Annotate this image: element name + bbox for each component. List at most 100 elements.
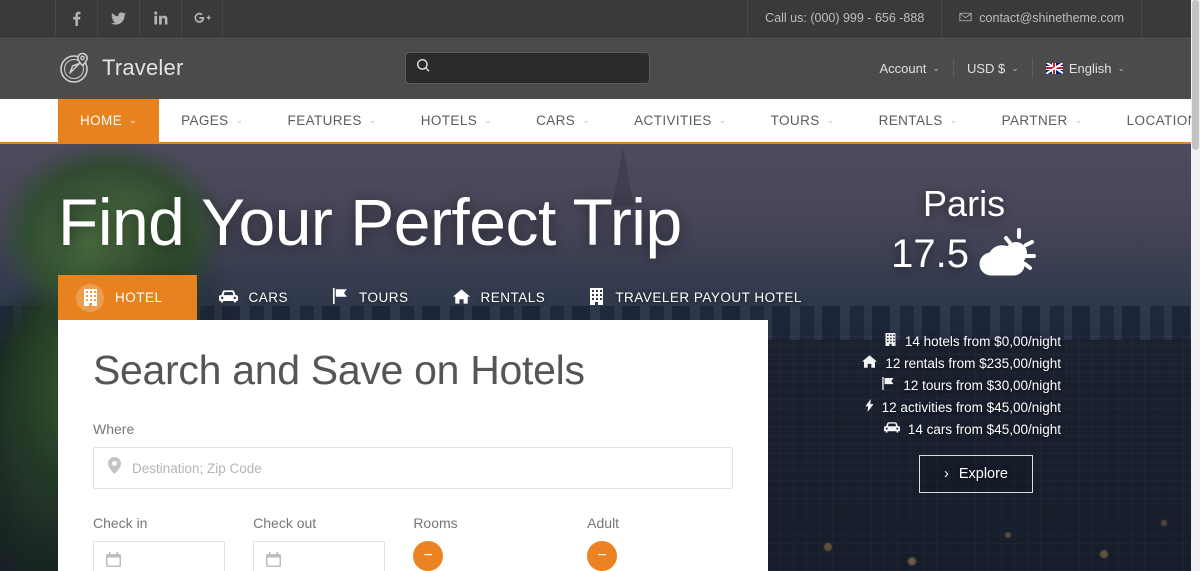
search-tab-tours[interactable]: TOURS xyxy=(310,275,431,320)
search-tab-label: HOTEL xyxy=(115,290,163,305)
twitter-icon[interactable] xyxy=(97,0,139,36)
page-root: Call us: (000) 999 - 656 -888 contact@sh… xyxy=(0,0,1200,571)
search-tab-label: TOURS xyxy=(359,290,409,305)
destination-input[interactable] xyxy=(132,460,718,476)
rooms-decrement-button[interactable]: − xyxy=(413,541,444,571)
search-tab-label: RENTALS xyxy=(480,290,546,305)
compass-logo-icon xyxy=(58,51,92,85)
nav-item-label: FEATURES xyxy=(287,113,362,128)
hero-section: Find Your Perfect Trip Paris 17.5 HOTEL … xyxy=(0,144,1200,571)
account-menu[interactable]: Account ⌄ xyxy=(866,58,953,78)
search-tab-label: CARS xyxy=(248,290,289,305)
search-type-tabs: HOTEL CARS TOURS RENTALS TRAVELER PAYOUT HOT… xyxy=(58,275,824,320)
stat-text: 12 tours from $30,00/night xyxy=(903,378,1061,393)
linkedin-icon[interactable] xyxy=(139,0,181,36)
calendar-icon xyxy=(106,552,121,571)
page-scrollbar[interactable] xyxy=(1191,0,1200,571)
checkout-label: Check out xyxy=(253,515,317,531)
nav-item-label: PAGES xyxy=(181,113,229,128)
email-address[interactable]: contact@shinetheme.com xyxy=(941,0,1142,36)
uk-flag-icon xyxy=(1045,62,1063,74)
checkout-field[interactable] xyxy=(253,541,386,571)
header-search[interactable] xyxy=(405,52,651,84)
nav-item-label: ACTIVITIES xyxy=(634,113,712,128)
chevron-down-icon: ⌄ xyxy=(484,115,493,125)
chevron-right-icon: › xyxy=(943,466,949,482)
nav-item-tours[interactable]: TOURS ⌄ xyxy=(749,99,857,142)
search-icon xyxy=(417,59,430,77)
stat-text: 12 activities from $45,00/night xyxy=(881,400,1061,415)
nav-item-pages[interactable]: PAGES ⌄ xyxy=(159,99,265,142)
search-tab-rentals[interactable]: RENTALS xyxy=(431,275,568,320)
search-options-row: Check in Check out Rooms − Adult − xyxy=(93,515,733,571)
stat-text: 14 hotels from $0,00/night xyxy=(904,334,1061,349)
phone-text: Call us: (000) 999 - 656 -888 xyxy=(765,11,925,25)
chevron-down-icon: ⌄ xyxy=(582,115,591,125)
stat-row: 12 activities from $45,00/night xyxy=(862,397,1061,419)
nav-item-cars[interactable]: CARS ⌄ xyxy=(514,99,612,142)
top-bar: Call us: (000) 999 - 656 -888 contact@sh… xyxy=(0,0,1200,37)
hotel-icon xyxy=(76,283,104,312)
search-input[interactable] xyxy=(439,61,639,75)
car-icon xyxy=(883,419,900,441)
weather-widget: Paris 17.5 xyxy=(891,184,1037,283)
adult-decrement-button[interactable]: − xyxy=(587,541,618,571)
chevron-down-icon: ⌄ xyxy=(1011,62,1019,73)
search-tab-cars[interactable]: CARS xyxy=(197,275,311,320)
nav-item-features[interactable]: FEATURES ⌄ xyxy=(266,99,399,142)
rooms-stepper[interactable]: − xyxy=(413,541,559,571)
google-plus-icon[interactable] xyxy=(181,0,223,36)
where-label: Where xyxy=(93,421,135,437)
home-icon xyxy=(452,288,470,307)
nav-item-home[interactable]: HOME ⌄ xyxy=(58,99,160,142)
language-menu[interactable]: English ⌄ xyxy=(1031,58,1138,78)
bolt-icon xyxy=(865,397,874,419)
currency-menu[interactable]: USD $ ⌄ xyxy=(952,58,1032,78)
social-links xyxy=(55,0,223,36)
checkin-group: Check in xyxy=(93,515,226,571)
inventory-stats: 14 hotels from $0,00/night 12 rentals fro… xyxy=(862,331,1061,441)
search-tab-label: TRAVELER PAYOUT HOTEL xyxy=(615,290,802,305)
search-tab-hotel[interactable]: HOTEL xyxy=(58,275,197,320)
stat-row: 14 cars from $45,00/night xyxy=(862,419,1061,441)
destination-field[interactable] xyxy=(93,447,733,489)
chevron-down-icon: ⌄ xyxy=(129,115,138,125)
brand-name: Traveler xyxy=(102,55,184,80)
nav-item-hotels[interactable]: HOTELS ⌄ xyxy=(399,99,514,142)
chevron-down-icon: ⌄ xyxy=(1117,62,1125,73)
weather-temperature: 17.5 xyxy=(891,232,969,277)
stat-row: 12 rentals from $235,00/night xyxy=(862,353,1061,375)
nav-item-partner[interactable]: PARTNER ⌄ xyxy=(980,99,1105,142)
checkin-label: Check in xyxy=(93,515,148,531)
chevron-down-icon: ⌄ xyxy=(718,115,727,125)
chevron-down-icon: ⌄ xyxy=(368,115,377,125)
search-panel: Search and Save on Hotels Where Check in xyxy=(58,320,768,571)
rooms-label: Rooms xyxy=(413,515,458,531)
partly-cloudy-icon xyxy=(975,226,1037,283)
home-icon xyxy=(862,353,878,375)
weather-city: Paris xyxy=(923,183,1006,224)
stat-text: 14 cars from $45,00/night xyxy=(907,422,1061,437)
nav-item-rentals[interactable]: RENTALS ⌄ xyxy=(857,99,980,142)
account-label: Account xyxy=(879,60,927,76)
explore-button[interactable]: › Explore xyxy=(918,455,1033,493)
nav-item-activities[interactable]: ACTIVITIES ⌄ xyxy=(612,99,748,142)
phone-number[interactable]: Call us: (000) 999 - 656 -888 xyxy=(747,0,941,36)
chevron-down-icon: ⌄ xyxy=(1074,115,1083,125)
flag-icon xyxy=(332,288,348,307)
stat-row: 12 tours from $30,00/night xyxy=(862,375,1061,397)
rooms-group: Rooms − xyxy=(413,515,559,571)
checkout-group: Check out xyxy=(253,515,386,571)
map-pin-icon xyxy=(108,457,121,479)
checkin-field[interactable] xyxy=(93,541,226,571)
adult-stepper[interactable]: − xyxy=(587,541,733,571)
chevron-down-icon: ⌄ xyxy=(932,62,940,73)
nav-item-location[interactable]: LOCATION⌄ xyxy=(1105,99,1200,142)
search-tab-traveler-payout-hotel[interactable]: TRAVELER PAYOUT HOTEL xyxy=(567,275,824,320)
logo[interactable]: Traveler xyxy=(58,51,183,85)
scrollbar-thumb[interactable] xyxy=(1192,0,1199,150)
facebook-icon[interactable] xyxy=(55,0,97,36)
hotel-icon xyxy=(884,331,897,353)
calendar-icon xyxy=(266,552,282,571)
nav-item-label: HOTELS xyxy=(420,113,478,128)
